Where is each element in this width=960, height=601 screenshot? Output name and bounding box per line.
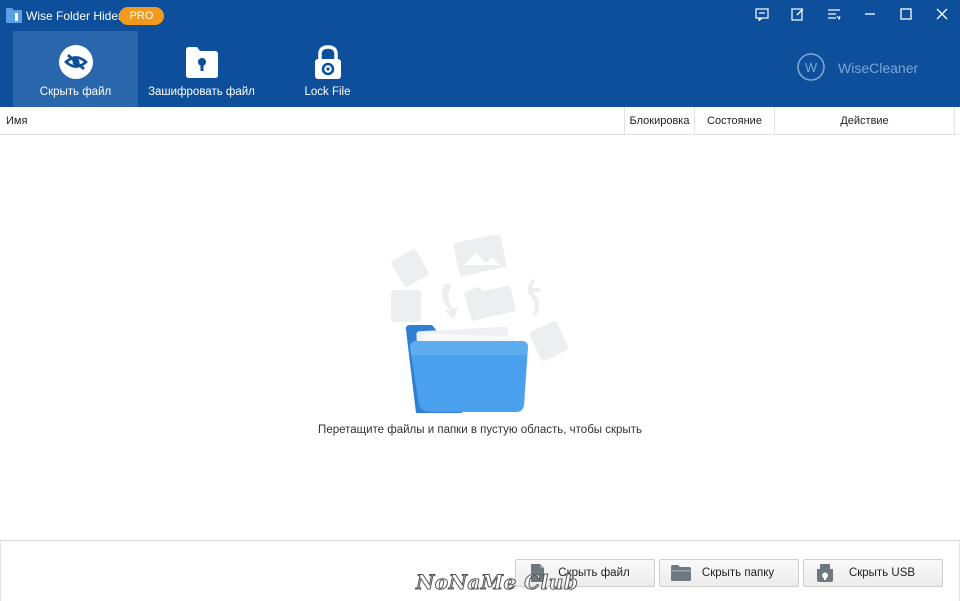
title-bar: Wise Folder Hider PRO	[0, 0, 960, 30]
usb-icon	[814, 563, 836, 583]
pro-badge[interactable]: PRO	[119, 7, 164, 25]
tab-hide-file-label: Скрыть файл	[39, 86, 112, 98]
edit-icon[interactable]	[786, 4, 810, 24]
feedback-icon[interactable]	[750, 4, 774, 24]
brand-name: WiseCleaner	[838, 60, 919, 76]
column-lock[interactable]: Блокировка	[625, 107, 695, 135]
hide-folder-button-label: Скрыть папку	[701, 567, 775, 579]
tab-encrypt-file[interactable]: Зашифровать файл	[139, 31, 264, 107]
file-list-header: Имя Блокировка Состояние Действие	[0, 107, 960, 135]
hide-usb-button-label: Скрыть USB	[848, 567, 916, 579]
watermark-text: NoNaMe Club	[415, 570, 579, 595]
svg-text:W: W	[805, 60, 818, 75]
close-icon[interactable]	[930, 4, 954, 24]
folder-lock-icon	[184, 44, 220, 80]
maximize-icon[interactable]	[894, 4, 918, 24]
tab-lock-file-label: Lock File	[304, 86, 351, 98]
empty-folder-illustration	[388, 233, 573, 415]
tab-lock-file[interactable]: Lock File	[265, 31, 390, 107]
wisecleaner-logo-icon: W	[796, 52, 826, 82]
column-state[interactable]: Состояние	[695, 107, 775, 135]
app-header: Wise Folder Hider PRO Скрыть файл Зашифр…	[0, 0, 960, 107]
drop-area[interactable]: Перетащите файлы и папки в пустую област…	[0, 135, 960, 540]
drop-hint-text: Перетащите файлы и папки в пустую област…	[318, 424, 642, 436]
footer-panel: Скрыть файл Скрыть папку Скрыть USB NoNa…	[0, 541, 960, 601]
hide-usb-button[interactable]: Скрыть USB	[803, 559, 943, 587]
column-name[interactable]: Имя	[0, 107, 625, 135]
hide-folder-button[interactable]: Скрыть папку	[659, 559, 799, 587]
menu-icon[interactable]	[822, 4, 846, 24]
tab-encrypt-file-label: Зашифровать файл	[148, 86, 255, 98]
app-logo-icon	[6, 8, 22, 23]
footer-bar: Скрыть файл Скрыть папку Скрыть USB NoNa…	[0, 540, 960, 601]
minimize-icon[interactable]	[858, 4, 882, 24]
eye-slash-icon	[58, 44, 94, 80]
column-action[interactable]: Действие	[775, 107, 955, 135]
tab-hide-file[interactable]: Скрыть файл	[13, 31, 138, 107]
padlock-icon	[310, 44, 346, 80]
folder-icon	[670, 563, 692, 583]
app-title: Wise Folder Hider	[26, 9, 123, 23]
